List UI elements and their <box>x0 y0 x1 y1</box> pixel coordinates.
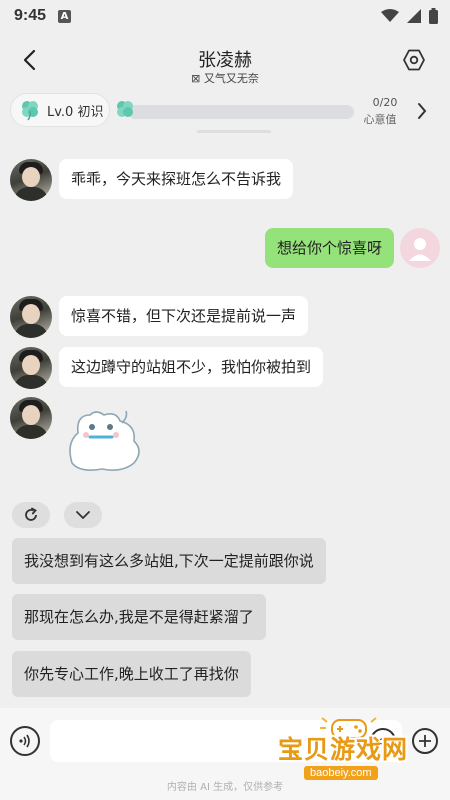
progress-count: 0/20 <box>372 96 398 109</box>
chevron-down-icon <box>76 511 90 520</box>
settings-icon <box>403 49 425 71</box>
character-name: 张凌赫 <box>198 50 252 71</box>
character-avatar[interactable] <box>10 296 52 338</box>
message-bubble[interactable]: 乖乖，今天来探班怎么不告诉我 <box>59 159 294 199</box>
character-avatar[interactable] <box>10 347 52 389</box>
settings-button[interactable] <box>400 46 428 74</box>
message-bubble[interactable]: 这边蹲守的站姐不少，我怕你被拍到 <box>59 347 324 387</box>
refresh-icon <box>25 507 37 521</box>
message-row <box>10 397 152 479</box>
status-time: 9:45 <box>14 7 47 24</box>
character-avatar[interactable] <box>10 159 52 201</box>
voice-button[interactable] <box>10 726 40 756</box>
watermark-name: 宝贝游戏网 <box>278 735 409 764</box>
reply-suggestion[interactable]: 我没想到有这么多站姐,下次一定提前跟你说 <box>12 538 326 584</box>
regenerate-button[interactable] <box>12 502 50 528</box>
clover-icon <box>22 101 38 121</box>
sticker-message[interactable] <box>62 403 152 479</box>
status-bar: 9:45 A <box>0 0 450 32</box>
message-row: 这边蹲守的站姐不少，我怕你被拍到 <box>10 347 324 389</box>
level-progress <box>114 99 354 121</box>
frog-sticker-icon <box>69 410 140 471</box>
wifi-icon <box>381 9 399 22</box>
notification-icon: A <box>58 9 72 23</box>
clover-icon <box>117 101 133 117</box>
message-row: 乖乖，今天来探班怎么不告诉我 <box>10 159 294 201</box>
voice-icon <box>19 734 30 748</box>
message-bubble[interactable]: 想给你个惊喜呀 <box>264 228 394 268</box>
progress-label: 心意值 <box>363 113 397 126</box>
user-icon <box>409 238 431 261</box>
reply-suggestion[interactable]: 你先专心工作,晚上收工了再找你 <box>12 651 251 697</box>
reply-suggestion[interactable]: 那现在怎么办,我是不是得赶紧溜了 <box>12 594 266 640</box>
user-avatar[interactable] <box>400 228 440 268</box>
drawer-handle[interactable] <box>197 130 271 133</box>
message-row: 惊喜不错，但下次还是提前说一声 <box>10 296 309 338</box>
watermark-url: baobeiy.com <box>304 766 378 780</box>
status-icons <box>381 8 438 24</box>
chat-header: 张凌赫 ⊠ 又气又无奈 <box>0 32 450 90</box>
site-watermark: 宝贝游戏网 baobeiy.com <box>274 712 444 794</box>
message-bubble[interactable]: 惊喜不错，但下次还是提前说一声 <box>59 296 309 336</box>
level-detail-button[interactable] <box>412 99 432 123</box>
battery-icon <box>429 8 438 24</box>
character-avatar[interactable] <box>10 397 52 439</box>
progress-track <box>128 105 354 119</box>
collapse-suggestions-button[interactable] <box>64 502 102 528</box>
level-badge[interactable]: Lv.0 初识 <box>10 93 110 127</box>
character-mood: ⊠ 又气又无奈 <box>191 72 259 85</box>
signal-icon <box>407 9 421 23</box>
chevron-right-icon <box>418 103 427 119</box>
message-row: 想给你个惊喜呀 <box>264 228 440 268</box>
level-label: Lv.0 初识 <box>47 104 104 120</box>
intimacy-level-bar: Lv.0 初识 0/20 心意值 <box>10 93 440 129</box>
